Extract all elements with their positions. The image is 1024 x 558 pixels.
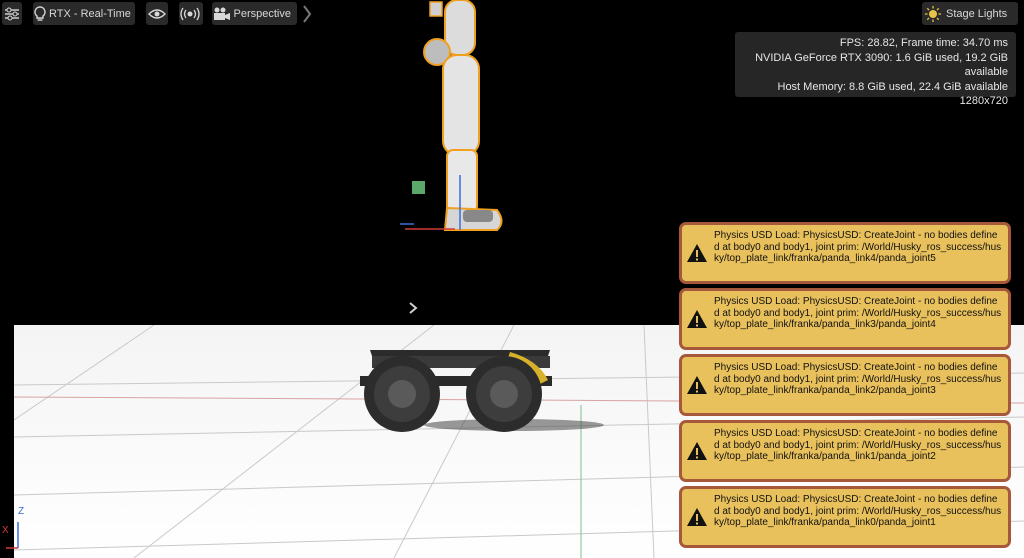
broadcast-icon	[179, 3, 201, 25]
lightbulb-icon	[33, 3, 47, 25]
render-mode-button[interactable]: RTX - Real-Time	[33, 2, 135, 25]
host-memory-text: Host Memory: 8.8 GiB used, 22.4 GiB avai…	[777, 80, 1009, 93]
toast-message: Physics USD Load: PhysicsUSD: CreateJoin…	[714, 494, 1002, 528]
viewport-settings-button[interactable]	[2, 2, 22, 25]
warning-toast[interactable]: Physics USD Load: PhysicsUSD: CreateJoin…	[679, 420, 1011, 482]
render-mode-label: RTX - Real-Time	[49, 7, 131, 20]
warning-icon	[687, 376, 707, 394]
chevron-right-icon	[303, 4, 312, 23]
z-axis-label: Z	[18, 506, 25, 517]
warning-toast[interactable]: Physics USD Load: PhysicsUSD: CreateJoin…	[679, 222, 1011, 284]
gpu-memory-text: NVIDIA GeForce RTX 3090: 1.6 GiB used, 1…	[755, 51, 1008, 79]
warning-toast[interactable]: Physics USD Load: PhysicsUSD: CreateJoin…	[679, 486, 1011, 548]
camera-select-button[interactable]: Perspective	[212, 2, 297, 25]
camera-label: Perspective	[233, 7, 291, 20]
warning-toast[interactable]: Physics USD Load: PhysicsUSD: CreateJoin…	[679, 354, 1011, 416]
warning-icon	[687, 244, 707, 262]
eye-icon	[146, 3, 168, 25]
warning-icon	[687, 508, 707, 526]
movie-camera-icon	[212, 3, 232, 25]
notification-stack: Physics USD Load: PhysicsUSD: CreateJoin…	[679, 222, 1011, 552]
warning-icon	[687, 310, 707, 328]
warning-toast[interactable]: Physics USD Load: PhysicsUSD: CreateJoin…	[679, 288, 1011, 350]
x-axis-label: X	[2, 525, 9, 536]
franka-robot-arm[interactable]	[400, 0, 503, 231]
toast-message: Physics USD Load: PhysicsUSD: CreateJoin…	[714, 230, 1002, 264]
fps-text: FPS: 28.82, Frame time: 34.70 ms	[839, 37, 1008, 49]
sun-icon	[922, 3, 944, 25]
stage-lights-button[interactable]: Stage Lights	[922, 2, 1018, 25]
warning-icon	[687, 442, 707, 460]
toast-message: Physics USD Load: PhysicsUSD: CreateJoin…	[714, 362, 1002, 396]
stage-lights-label: Stage Lights	[946, 7, 1008, 20]
husky-robot[interactable]	[360, 350, 552, 432]
toolbar-more-button[interactable]	[301, 2, 313, 25]
sliders-icon	[2, 3, 22, 25]
visibility-button[interactable]	[146, 2, 168, 25]
performance-stats-panel: FPS: 28.82, Frame time: 34.70 ms NVIDIA …	[735, 32, 1016, 107]
resolution-text: 1280x720	[959, 95, 1008, 107]
chevron-right-icon[interactable]	[406, 300, 420, 316]
toast-message: Physics USD Load: PhysicsUSD: CreateJoin…	[714, 296, 1002, 330]
prim-gizmo[interactable]	[412, 181, 425, 194]
toast-message: Physics USD Load: PhysicsUSD: CreateJoin…	[714, 428, 1002, 462]
broadcast-button[interactable]	[179, 2, 203, 25]
